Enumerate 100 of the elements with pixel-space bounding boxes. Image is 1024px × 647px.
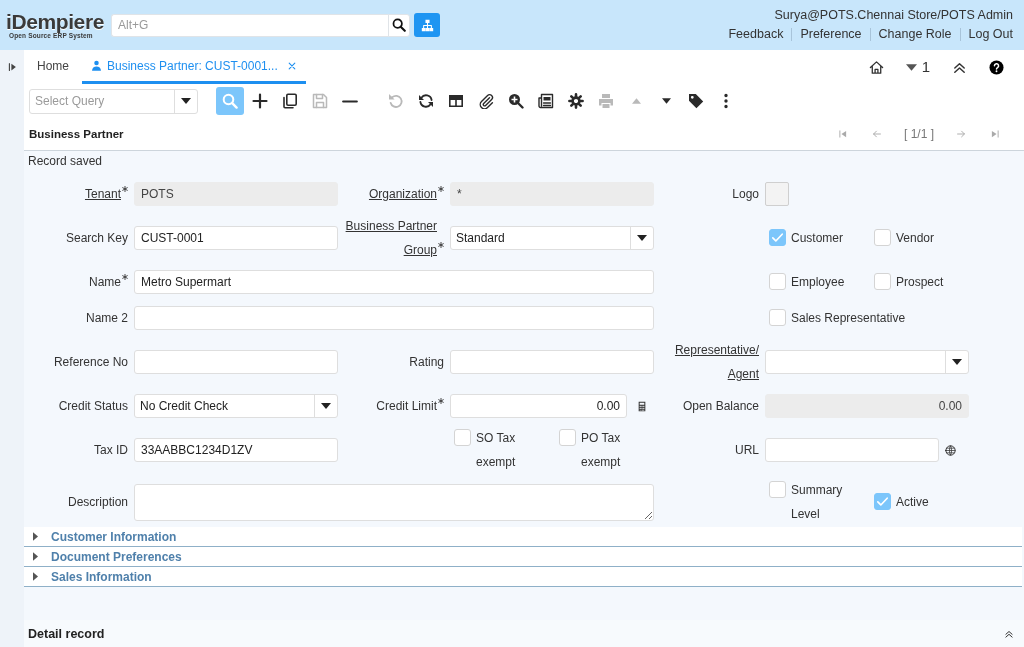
- text-field[interactable]: POTS: [134, 182, 338, 206]
- table-icon: [448, 93, 464, 109]
- text-field[interactable]: [134, 306, 654, 330]
- caret-down-icon[interactable]: [321, 403, 331, 409]
- header-link[interactable]: Change Role: [878, 27, 952, 42]
- section-header[interactable]: Document Preferences: [24, 547, 1022, 567]
- window-switcher-button[interactable]: 1: [905, 59, 930, 75]
- checkbox[interactable]: [769, 309, 786, 326]
- checkbox-label: Prospect: [896, 274, 944, 291]
- field-label-link[interactable]: Representative/Agent: [654, 338, 759, 386]
- text-field[interactable]: [450, 350, 654, 374]
- caret-down-icon[interactable]: [181, 98, 191, 104]
- caret-down-icon: [661, 98, 671, 104]
- help-icon[interactable]: [989, 59, 1004, 75]
- text-field[interactable]: *: [450, 182, 654, 206]
- text-field[interactable]: Metro Supermart: [134, 270, 654, 294]
- checkbox-label: Active: [896, 494, 929, 511]
- logo-wordmark: iDempiere: [6, 11, 104, 32]
- checkmark-icon: [875, 494, 890, 509]
- search-icon: [392, 18, 406, 32]
- refresh-icon: [418, 93, 434, 109]
- calculator-icon[interactable]: [638, 400, 646, 412]
- field-label: Search Key: [65, 230, 128, 247]
- checkbox[interactable]: [874, 229, 891, 246]
- checkbox-label: Sales Representative: [791, 310, 906, 327]
- field-label: Logo: [732, 186, 759, 203]
- caret-down-icon[interactable]: [952, 359, 962, 365]
- field-label: Credit Limit: [376, 398, 437, 415]
- text-field[interactable]: [134, 350, 338, 374]
- globe-icon[interactable]: [945, 444, 956, 456]
- url-field[interactable]: [765, 438, 939, 462]
- minus-icon: [342, 99, 358, 103]
- undo-icon: [388, 93, 404, 109]
- number-field[interactable]: 0.00: [765, 394, 969, 418]
- arrow-right-icon: [956, 129, 966, 139]
- caret-down-icon: [905, 63, 917, 71]
- field-label: Name: [89, 274, 121, 291]
- search-button[interactable]: [388, 13, 410, 37]
- caret-right-icon: [33, 552, 38, 561]
- checkbox[interactable]: [454, 429, 471, 446]
- search-field[interactable]: Alt+G: [111, 13, 388, 37]
- text-field[interactable]: 33AABBC1234D1ZV: [134, 438, 338, 462]
- double-chevron-up-icon[interactable]: [1004, 628, 1014, 639]
- status-message: Record saved: [27, 153, 104, 170]
- field-label-link[interactable]: Tenant: [84, 182, 121, 206]
- section-header[interactable]: Customer Information: [24, 527, 1022, 547]
- number-field[interactable]: 0.00: [450, 394, 627, 418]
- field-label-link[interactable]: Organization: [368, 182, 437, 206]
- copy-icon: [282, 93, 298, 109]
- checkbox[interactable]: [559, 429, 576, 446]
- checkbox-label: SO Tax exempt: [476, 430, 517, 471]
- checkbox[interactable]: [874, 273, 891, 290]
- checkbox-label: Customer: [791, 230, 843, 247]
- detail-title: Detail record: [28, 626, 105, 641]
- checkbox-label: Employee: [791, 274, 845, 291]
- field-label: Tax ID: [94, 442, 128, 459]
- field-label: Credit Status: [58, 398, 128, 415]
- checkbox[interactable]: [769, 229, 786, 246]
- panel-title: Business Partner: [29, 128, 124, 140]
- record-counter: [ 1/1 ]: [903, 127, 934, 141]
- caret-down-icon[interactable]: [637, 235, 647, 241]
- field-label: Description: [67, 494, 128, 511]
- text-area-field[interactable]: [134, 483, 654, 521]
- caret-right-icon: [33, 532, 38, 541]
- field-label: URL: [735, 442, 759, 459]
- person-icon: [91, 60, 102, 71]
- checkbox[interactable]: [769, 481, 786, 498]
- dropdown-field[interactable]: Standard: [450, 226, 654, 250]
- sitemap-icon: [420, 18, 434, 32]
- tab[interactable]: Home: [28, 50, 78, 84]
- checkbox[interactable]: [874, 493, 891, 510]
- more-icon: [722, 93, 730, 109]
- field-label-link[interactable]: Business Partner Group: [338, 214, 437, 262]
- caret-up-icon: [631, 98, 641, 104]
- plus-icon: [252, 93, 268, 109]
- dropdown-field[interactable]: No Credit Check: [134, 394, 338, 418]
- checkbox[interactable]: [769, 273, 786, 290]
- checkmark-icon: [770, 230, 785, 245]
- header-link[interactable]: Preference: [800, 27, 862, 42]
- checkbox-label: Summary Level: [791, 482, 844, 523]
- text-field[interactable]: CUST-0001: [134, 226, 338, 250]
- section-header[interactable]: Sales Information: [24, 567, 1022, 587]
- user-role-text: Surya@POTS.Chennai Store/POTS Admin: [774, 8, 1013, 23]
- printer-icon: [598, 93, 614, 109]
- checkbox-label: PO Tax exempt: [581, 430, 622, 471]
- paperclip-icon: [478, 93, 494, 109]
- header-link[interactable]: Log Out: [968, 27, 1013, 42]
- zoom-in-icon: [508, 93, 524, 109]
- tag-icon: [688, 93, 704, 109]
- search-icon: [222, 93, 238, 109]
- image-field[interactable]: [765, 182, 789, 206]
- close-icon[interactable]: [286, 60, 297, 71]
- field-label: Open Balance: [682, 398, 759, 415]
- gear-icon: [568, 93, 584, 109]
- header-link[interactable]: Feedback: [728, 27, 784, 42]
- field-label: Rating: [409, 354, 444, 371]
- expand-icon[interactable]: [7, 62, 17, 72]
- skip-start-icon: [837, 129, 848, 139]
- home-icon[interactable]: [868, 59, 884, 75]
- dropdown-field[interactable]: [765, 350, 969, 374]
